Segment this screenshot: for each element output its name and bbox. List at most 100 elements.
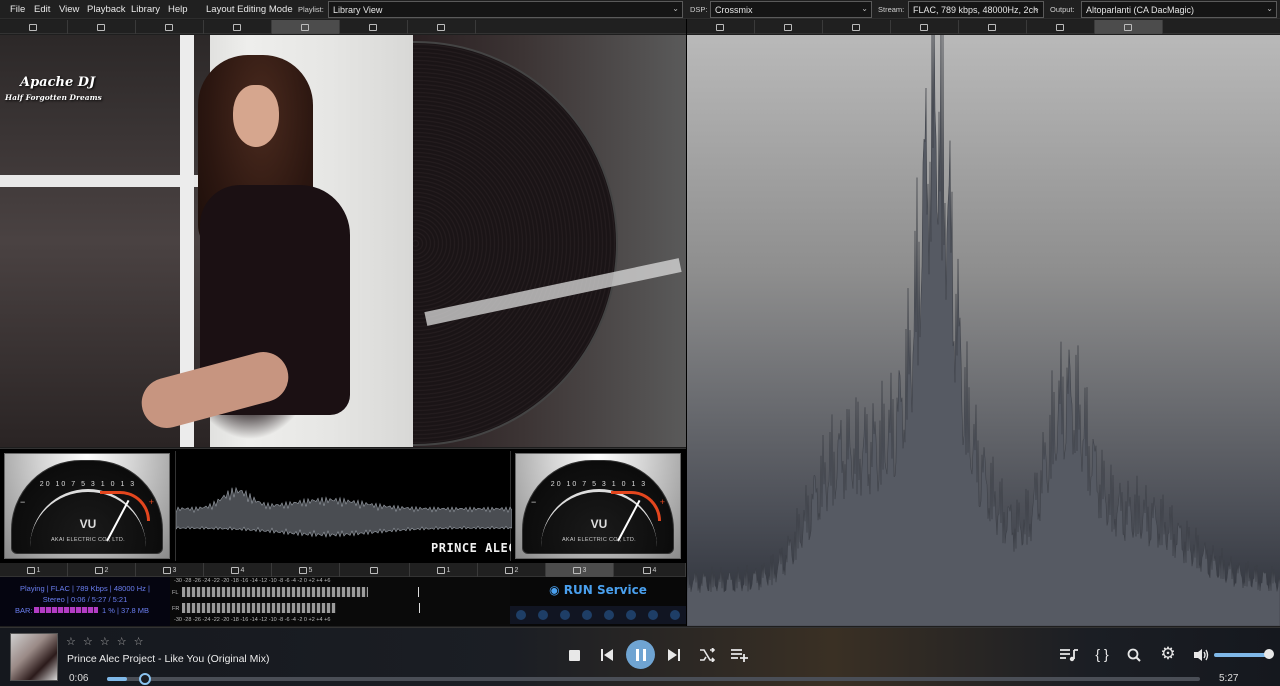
panel-icon — [783, 23, 792, 31]
menu-playback[interactable]: Playback — [87, 4, 126, 15]
menu-help[interactable]: Help — [168, 4, 188, 15]
vu-scale: 20 10 7 5 3 1 0 1 3 — [550, 481, 648, 488]
stream-label: Stream: — [878, 5, 905, 14]
volume-slider[interactable] — [1214, 653, 1270, 657]
volume-icon — [1194, 649, 1209, 661]
dsp-select-value: Crossmix — [715, 5, 753, 15]
right-tab-4[interactable] — [891, 20, 959, 34]
service-icon[interactable] — [560, 610, 570, 620]
left-tab-4[interactable] — [204, 20, 272, 34]
bottom-tab-4[interactable]: 4 — [204, 563, 272, 577]
spectrum-visualizer — [687, 35, 1280, 626]
right-tab-5[interactable] — [959, 20, 1027, 34]
right-tab-3[interactable] — [823, 20, 891, 34]
service-icon[interactable] — [516, 610, 526, 620]
menu-edit[interactable]: Edit — [34, 4, 50, 15]
vu-section: 20 10 7 5 3 1 0 1 3 − + VU AKAI ELECTRIC… — [0, 448, 686, 563]
bottom-tab-9[interactable]: 3 — [546, 563, 614, 577]
settings-button[interactable]: ⚙ — [1156, 642, 1180, 666]
menu-file[interactable]: File — [10, 4, 25, 15]
stop-button[interactable] — [562, 643, 586, 667]
menu-layout-editing-mode[interactable]: Layout Editing Mode — [206, 4, 293, 15]
bottom-tab-2[interactable]: 2 — [68, 563, 136, 577]
panel-icon — [1123, 23, 1132, 31]
bottom-tab-7[interactable]: 1 — [410, 563, 478, 577]
album-name: Half Forgotten Dreams — [5, 93, 102, 102]
playlist-button[interactable] — [1057, 643, 1081, 667]
service-panel: ◉ RUN Service — [510, 577, 686, 626]
peak-scale-bottom: -30 -28 -26 -24 -22 -20 -18 -16 -14 -12 … — [174, 617, 331, 623]
left-tab-7[interactable] — [408, 20, 476, 34]
search-button[interactable] — [1122, 643, 1146, 667]
service-icon-row — [510, 606, 686, 624]
previous-button[interactable] — [595, 643, 619, 667]
bottom-tab-8[interactable]: 2 — [478, 563, 546, 577]
panel-icon — [96, 23, 105, 31]
panel-icon — [298, 566, 307, 574]
playlist-select[interactable]: Library View ⌄ — [328, 1, 683, 18]
output-select-value: Altoparlanti (CA DacMagic) — [1086, 5, 1195, 15]
panel-icon — [436, 566, 445, 574]
add-to-queue-button[interactable] — [728, 643, 752, 667]
chevron-down-icon: ⌄ — [672, 4, 679, 13]
service-icon[interactable] — [670, 610, 680, 620]
bottom-tab-5[interactable]: 5 — [272, 563, 340, 577]
right-tab-7[interactable] — [1095, 20, 1163, 34]
volume-button[interactable] — [1189, 643, 1213, 667]
service-icon[interactable] — [626, 610, 636, 620]
left-tab-5[interactable] — [272, 20, 340, 34]
stop-icon — [568, 649, 580, 661]
globe-icon: ◉ — [549, 583, 560, 597]
seek-bar[interactable] — [107, 673, 1200, 685]
bottom-tab-3[interactable]: 3 — [136, 563, 204, 577]
rating-stars[interactable]: ☆ ☆ ☆ ☆ ☆ — [66, 635, 146, 648]
vu-meter-right: 20 10 7 5 3 1 0 1 3 − + VU AKAI ELECTRIC… — [515, 453, 681, 559]
right-tab-1[interactable] — [687, 20, 755, 34]
left-tab-3[interactable] — [136, 20, 204, 34]
now-playing-cover[interactable] — [10, 633, 58, 681]
service-icon[interactable] — [582, 610, 592, 620]
vu-brand: AKAI ELECTRIC CO., LTD. — [50, 537, 126, 543]
time-current: 0:06 — [69, 673, 89, 684]
dsp-label: DSP: — [690, 5, 708, 14]
bottom-tab-10[interactable]: 4 — [614, 563, 686, 577]
gear-icon: ⚙ — [1160, 644, 1176, 663]
left-tab-2[interactable] — [68, 20, 136, 34]
run-service-button[interactable]: ◉ RUN Service — [510, 583, 686, 597]
right-tab-2[interactable] — [755, 20, 823, 34]
skip-previous-icon — [601, 649, 613, 661]
left-tab-1[interactable] — [0, 20, 68, 34]
panel-icon — [232, 23, 241, 31]
menu-view[interactable]: View — [59, 4, 79, 15]
skip-next-icon — [668, 649, 680, 661]
spectrum-graph — [687, 35, 1280, 626]
menu-library[interactable]: Library — [131, 4, 160, 15]
volume-handle[interactable] — [1264, 649, 1274, 659]
right-tab-6[interactable] — [1027, 20, 1095, 34]
bottom-tab-6[interactable] — [340, 563, 410, 577]
buffer-label: BAR: — [15, 606, 33, 615]
top-toolbar: File Edit View Playback Library Help Lay… — [0, 0, 1280, 19]
stream-select[interactable]: FLAC, 789 kbps, 48000Hz, 2ch ⌄ — [908, 1, 1044, 18]
output-select[interactable]: Altoparlanti (CA DacMagic) ⌄ — [1081, 1, 1277, 18]
service-icon[interactable] — [538, 610, 548, 620]
panel-icon — [230, 566, 239, 574]
service-icon[interactable] — [648, 610, 658, 620]
time-total: 5:27 — [1219, 673, 1239, 684]
dsp-select[interactable]: Crossmix ⌄ — [710, 1, 872, 18]
braces-button[interactable]: { } — [1090, 642, 1114, 666]
shuffle-button[interactable] — [695, 643, 719, 667]
panel-icon — [26, 566, 35, 574]
chevron-down-icon: ⌄ — [1033, 4, 1040, 13]
pause-button[interactable] — [626, 640, 655, 669]
left-tab-6[interactable] — [340, 20, 408, 34]
vu-meter-left: 20 10 7 5 3 1 0 1 3 − + VU AKAI ELECTRIC… — [4, 453, 170, 559]
stream-select-value: FLAC, 789 kbps, 48000Hz, 2ch — [913, 5, 1039, 15]
artwork-panel: Apache DJ Half Forgotten Dreams — [0, 35, 686, 447]
seek-handle[interactable] — [138, 673, 151, 685]
bottom-tab-1[interactable]: 1 — [0, 563, 68, 577]
service-icon[interactable] — [604, 610, 614, 620]
playlist-label: Playlist: — [298, 5, 324, 14]
playback-info-panel: Playing | FLAC | 789 Kbps | 48000 Hz | S… — [0, 577, 170, 626]
next-button[interactable] — [662, 643, 686, 667]
